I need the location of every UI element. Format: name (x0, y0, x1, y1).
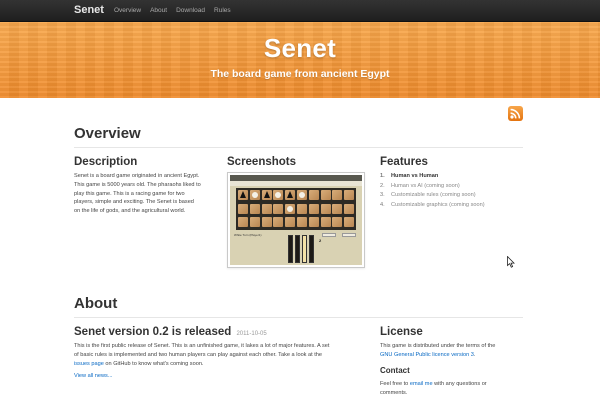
senet-board (236, 188, 356, 230)
throw-stick (288, 235, 293, 263)
board-square (297, 203, 307, 214)
feature-item: 1. Human vs Human (380, 173, 439, 179)
hero-banner: Senet The board game from ancient Egypt (0, 22, 600, 98)
navbar-brand[interactable]: Senet (74, 4, 104, 16)
board-square (249, 190, 260, 200)
feature-item: 4. Customizable graphics (coming soon) (380, 201, 485, 208)
board-square (320, 190, 331, 200)
screenshot-thumbnail[interactable]: White Turn (Player1) 2 (227, 172, 365, 268)
board-square (308, 190, 319, 200)
board-square (249, 203, 260, 214)
about-title: About (74, 295, 118, 312)
contact-text: Feel free to email me with any questions… (380, 381, 487, 396)
preview-button (322, 233, 336, 237)
board-square (261, 217, 272, 227)
board-square (344, 190, 355, 200)
board-square (332, 190, 343, 200)
board-square (273, 217, 284, 227)
preview-score: 2 (319, 238, 322, 243)
news-date: 2011-10-05 (236, 331, 267, 337)
description-text: Senet is a board game originated in anci… (74, 173, 201, 215)
screenshots-heading: Screenshots (227, 156, 297, 168)
overview-divider (74, 147, 523, 148)
email-link[interactable]: email me (410, 381, 433, 387)
preview-button (342, 233, 356, 237)
nav-link-rules[interactable]: Rules (214, 7, 231, 14)
preview-status-text: White Turn (Player1) (234, 233, 262, 237)
board-square (332, 203, 343, 214)
hero-subtitle: The board game from ancient Egypt (210, 68, 390, 80)
board-square (308, 217, 319, 227)
board-square (249, 217, 260, 227)
nav-link-about[interactable]: About (150, 7, 167, 14)
board-square (320, 203, 331, 214)
issues-page-link[interactable]: issues page (74, 361, 104, 367)
nav-link-download[interactable]: Download (176, 7, 205, 14)
view-all-news-link[interactable]: View all news... (74, 372, 112, 381)
news-heading: Senet version 0.2 is released 2011-10-05 (74, 326, 267, 338)
board-square (285, 190, 296, 200)
board-square (238, 190, 248, 200)
description-heading: Description (74, 156, 138, 168)
overview-title: Overview (74, 125, 141, 142)
throw-stick (302, 235, 307, 263)
news-text: This is the first public release of Sene… (74, 343, 330, 367)
board-square (320, 217, 331, 227)
feature-item: 2. Human vs AI (coming soon) (380, 182, 460, 189)
board-square (297, 190, 307, 200)
board-square (285, 217, 296, 227)
top-navbar: Senet Overview About Download Rules (0, 0, 600, 22)
board-square (238, 217, 248, 227)
board-square (285, 203, 296, 214)
feature-item: 3. Customizable rules (coming soon) (380, 192, 476, 199)
contact-heading: Contact (380, 366, 410, 375)
features-list: 1. Human vs Human 2. Human vs AI (coming s… (380, 172, 525, 210)
gpl-license-link[interactable]: GNU General Public licence version 3 (380, 352, 474, 358)
board-square (273, 203, 284, 214)
preview-menubar (230, 181, 362, 186)
board-square (297, 217, 307, 227)
board-square (261, 190, 272, 200)
news-title: Senet version 0.2 is released (74, 326, 232, 338)
board-square (273, 190, 284, 200)
about-divider (74, 317, 523, 318)
hero-title: Senet (263, 33, 337, 63)
mouse-cursor-icon (507, 256, 515, 268)
throw-stick (309, 235, 314, 263)
throw-stick (295, 235, 300, 263)
nav-link-overview[interactable]: Overview (114, 7, 141, 14)
board-square (261, 203, 272, 214)
features-heading: Features (380, 156, 428, 168)
board-square (332, 217, 343, 227)
board-square (344, 203, 355, 214)
rss-icon[interactable] (508, 106, 523, 121)
board-square (308, 203, 319, 214)
license-heading: License (380, 326, 423, 338)
board-square (344, 217, 355, 227)
game-window-preview: White Turn (Player1) 2 (230, 175, 362, 265)
board-square (238, 203, 248, 214)
navbar-links: Overview About Download Rules (114, 7, 240, 14)
license-text: This game is distributed under the terms… (380, 343, 496, 358)
